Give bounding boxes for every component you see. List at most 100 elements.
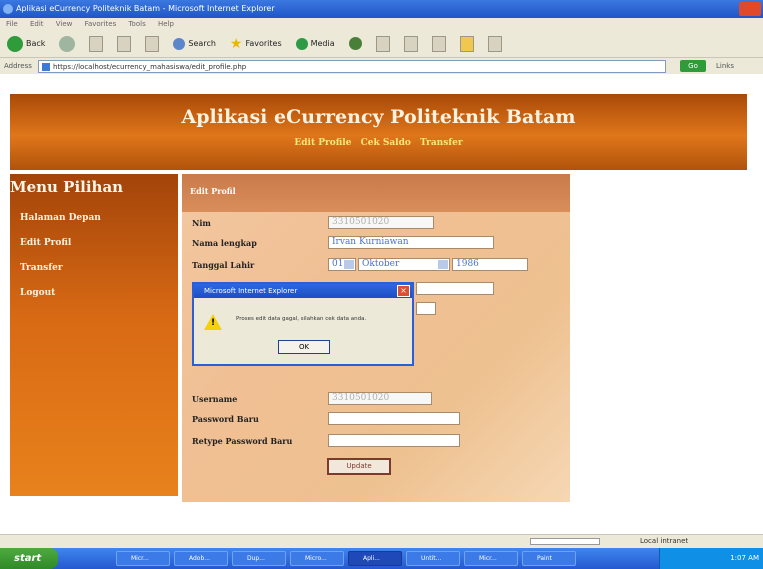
dialog-close-button[interactable]: ×: [397, 285, 410, 297]
go-button[interactable]: Go: [680, 60, 706, 72]
refresh-button[interactable]: [114, 33, 134, 55]
nav-transfer[interactable]: Transfer: [420, 138, 463, 148]
folder-button[interactable]: [457, 33, 477, 55]
window-title: Aplikasi eCurrency Politeknik Batam - Mi…: [16, 4, 275, 13]
status-progress: [530, 538, 600, 545]
chevron-down-icon: [344, 260, 354, 269]
media-label: Media: [310, 39, 335, 48]
system-tray: 1:07 AM: [659, 548, 763, 569]
sidebar-item-logout[interactable]: Logout: [10, 281, 178, 306]
mail-button[interactable]: [373, 33, 393, 55]
home-button[interactable]: [142, 33, 162, 55]
task-button[interactable]: Micr...: [116, 551, 170, 566]
refresh-icon: [117, 35, 132, 52]
sidebar: Menu Pilihan Halaman Depan Edit Profil T…: [10, 174, 178, 496]
status-bar-inner: Local intranet: [0, 534, 763, 548]
task-button[interactable]: Micro...: [290, 551, 344, 566]
username-field: 3310501020: [328, 392, 432, 405]
task-button[interactable]: Adob...: [174, 551, 228, 566]
task-button[interactable]: Dup...: [232, 551, 286, 566]
media-icon: [295, 37, 308, 50]
password-baru-field[interactable]: [328, 412, 460, 425]
menu-bar: File Edit View Favorites Tools Help: [0, 18, 763, 30]
back-arrow-icon: [7, 35, 23, 52]
edit-icon: [431, 35, 446, 52]
back-label: Back: [26, 39, 46, 48]
sidebar-item-halaman-depan[interactable]: Halaman Depan: [10, 206, 178, 231]
favorites-button[interactable]: ★ Favorites: [227, 33, 285, 55]
menu-help[interactable]: Help: [158, 20, 174, 28]
browser-toolbar: Back Search ★ Favorites Media: [0, 30, 763, 58]
history-button[interactable]: [346, 33, 365, 55]
year-field[interactable]: 1986: [452, 258, 528, 271]
home-icon: [145, 35, 160, 52]
address-bar: Address https://localhost/ecurrency_maha…: [0, 58, 763, 74]
favorites-label: Favorites: [245, 39, 282, 48]
day-value: 01: [332, 259, 344, 269]
window-titlebar: Aplikasi eCurrency Politeknik Batam - Mi…: [0, 0, 763, 18]
menu-favorites[interactable]: Favorites: [85, 20, 117, 28]
start-button[interactable]: start: [0, 548, 58, 569]
password-baru-label: Password Baru: [192, 414, 259, 424]
nim-label: Nim: [192, 218, 211, 228]
chevron-down-icon: [438, 260, 448, 269]
warning-mark: !: [211, 318, 216, 328]
stop-icon: [89, 35, 104, 52]
sidebar-item-edit-profil[interactable]: Edit Profil: [10, 231, 178, 256]
month-value: Oktober: [362, 259, 400, 269]
menu-tools[interactable]: Tools: [128, 20, 145, 28]
day-select[interactable]: 01: [328, 258, 356, 271]
sidebar-heading: Menu Pilihan: [10, 178, 124, 196]
tanggal-lahir-label: Tanggal Lahir: [192, 260, 255, 270]
messenger-icon: [487, 35, 502, 52]
search-label: Search: [188, 39, 216, 48]
sidebar-item-transfer[interactable]: Transfer: [10, 256, 178, 281]
nav-edit-profile[interactable]: Edit Profile: [294, 138, 351, 148]
panel-header: Edit Profil: [182, 174, 570, 212]
nim-field: 3310501020: [328, 216, 434, 229]
nav-cek-saldo[interactable]: Cek Saldo: [361, 138, 411, 148]
taskbar: start Micr... Adob... Dup... Micro... Ap…: [0, 548, 763, 569]
page-title: Aplikasi eCurrency Politeknik Batam: [181, 106, 576, 128]
address-input[interactable]: https://localhost/ecurrency_mahasiswa/ed…: [38, 59, 666, 73]
folder-icon: [459, 35, 474, 52]
print-button[interactable]: [401, 33, 421, 55]
ok-button[interactable]: OK: [278, 340, 330, 354]
menu-view[interactable]: View: [56, 20, 73, 28]
task-button-active[interactable]: Apli...: [348, 551, 402, 566]
address-field[interactable]: [416, 282, 494, 295]
quick-launch[interactable]: [64, 552, 112, 566]
update-button[interactable]: Update: [327, 458, 391, 475]
search-icon: [173, 37, 186, 50]
task-button[interactable]: Paint: [522, 551, 576, 566]
links-label[interactable]: Links: [716, 62, 734, 70]
retype-password-label: Retype Password Baru: [192, 436, 293, 446]
nama-label: Nama lengkap: [192, 238, 257, 248]
phone-field[interactable]: [416, 302, 436, 315]
edit-button[interactable]: [429, 33, 449, 55]
menu-file[interactable]: File: [6, 20, 18, 28]
print-icon: [403, 35, 418, 52]
banner-nav: Edit Profile Cek Saldo Transfer: [10, 138, 747, 148]
dialog-message: Proses edit data gagal, silahkan cek dat…: [236, 316, 367, 322]
menu-edit[interactable]: Edit: [30, 20, 44, 28]
media-button[interactable]: Media: [293, 33, 338, 55]
address-label: Address: [4, 62, 32, 70]
retype-password-field[interactable]: [328, 434, 460, 447]
forward-button[interactable]: [56, 33, 78, 55]
mail-icon: [375, 35, 390, 52]
nama-field[interactable]: Irvan Kurniawan: [328, 236, 494, 249]
star-icon: ★: [229, 35, 243, 52]
month-select[interactable]: Oktober: [358, 258, 450, 271]
back-button[interactable]: Back: [4, 33, 48, 55]
task-button[interactable]: Micr...: [464, 551, 518, 566]
ie-icon: [3, 4, 13, 14]
messenger-button[interactable]: [485, 33, 505, 55]
task-button[interactable]: Untit...: [406, 551, 460, 566]
close-window-button[interactable]: [739, 2, 761, 16]
alert-dialog: Microsoft Internet Explorer × ! Proses e…: [192, 282, 414, 366]
page-viewport: Aplikasi eCurrency Politeknik Batam Edit…: [0, 74, 763, 548]
search-button[interactable]: Search: [170, 33, 218, 55]
stop-button[interactable]: [86, 33, 106, 55]
dialog-title: Microsoft Internet Explorer: [194, 284, 412, 298]
